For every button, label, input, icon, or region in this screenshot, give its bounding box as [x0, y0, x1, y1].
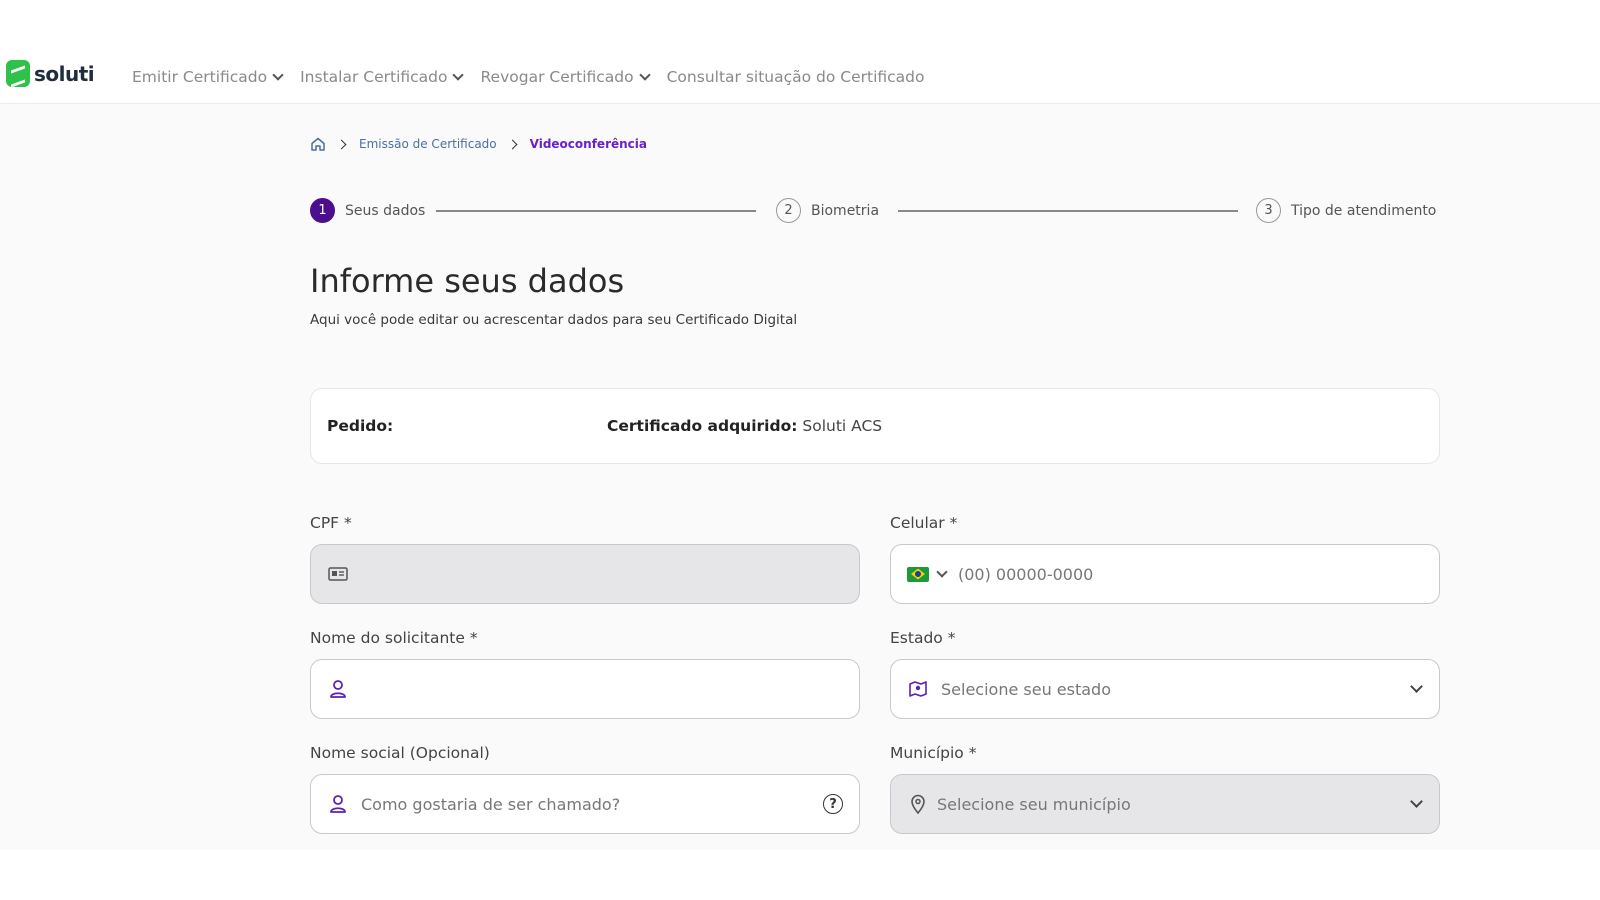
celular-field[interactable]: (00) 00000-0000	[890, 544, 1440, 604]
nav-consultar-situacao[interactable]: Consultar situação do Certificado	[667, 68, 925, 86]
nome-social-placeholder: Como gostaria de ser chamado?	[361, 794, 621, 814]
order-label: Pedido:	[327, 417, 394, 435]
page-title: Informe seus dados	[310, 262, 625, 300]
breadcrumb-link-emissao[interactable]: Emissão de Certificado	[359, 137, 497, 151]
step-connector	[436, 210, 756, 212]
municipio-label: Município *	[890, 744, 977, 762]
help-icon[interactable]: ?	[823, 794, 843, 814]
user-icon	[327, 793, 349, 815]
step-number: 3	[1256, 198, 1281, 223]
step-connector	[898, 210, 1238, 212]
estado-select[interactable]: Selecione seu estado	[890, 659, 1440, 719]
chevron-down-icon	[272, 68, 284, 81]
nav-emitir-certificado[interactable]: Emitir Certificado	[132, 68, 284, 86]
map-icon	[907, 678, 929, 700]
step-label: Tipo de atendimento	[1291, 202, 1437, 219]
nome-social-label: Nome social (Opcional)	[310, 744, 490, 762]
page-subtitle: Aqui você pode editar ou acrescentar dad…	[310, 312, 798, 328]
nav-revogar-certificado[interactable]: Revogar Certificado	[480, 68, 651, 86]
certificate-value: Soluti ACS	[802, 417, 883, 435]
home-icon[interactable]	[310, 136, 326, 152]
step-label: Biometria	[811, 202, 880, 219]
location-pin-icon	[907, 793, 929, 815]
soluti-logo[interactable]: soluti	[6, 60, 95, 87]
step-biometria: 2 Biometria	[776, 198, 879, 223]
soluti-logo-mark-icon	[6, 60, 30, 87]
municipio-placeholder: Selecione seu município	[937, 794, 1131, 814]
step-number: 2	[776, 198, 801, 223]
user-icon	[327, 678, 349, 700]
chevron-down-icon	[452, 68, 465, 81]
nome-solicitante-field[interactable]	[310, 659, 860, 719]
step-label: Seus dados	[345, 202, 426, 219]
chevron-down-icon[interactable]	[936, 565, 948, 578]
estado-placeholder: Selecione seu estado	[941, 679, 1111, 699]
nav-instalar-certificado[interactable]: Instalar Certificado	[300, 68, 465, 86]
chevron-right-icon	[336, 139, 347, 149]
certificate-info: Certificado adquirido: Soluti ACS	[607, 417, 883, 435]
order-summary-card: Pedido: Certificado adquirido: Soluti AC…	[310, 388, 1440, 464]
id-card-icon	[327, 563, 349, 585]
nav-menu: Emitir Certificado Instalar Certificado …	[132, 50, 943, 104]
nome-social-field[interactable]: Como gostaria de ser chamado? ?	[310, 774, 860, 834]
cpf-label: CPF *	[310, 514, 352, 532]
logo-text: soluti	[34, 61, 95, 86]
celular-placeholder: (00) 00000-0000	[958, 564, 1094, 584]
step-number: 1	[310, 198, 335, 223]
celular-label: Celular *	[890, 514, 958, 532]
step-tipo-atendimento: 3 Tipo de atendimento	[1256, 198, 1436, 223]
top-navbar: soluti Emitir Certificado Instalar Certi…	[0, 50, 1600, 104]
cpf-field[interactable]	[310, 544, 860, 604]
step-seus-dados: 1 Seus dados	[310, 198, 425, 223]
breadcrumb-current: Videoconferência	[529, 137, 647, 151]
municipio-select[interactable]: Selecione seu município	[890, 774, 1440, 834]
estado-label: Estado *	[890, 629, 956, 647]
chevron-down-icon	[1410, 795, 1423, 808]
progress-stepper: 1 Seus dados 2 Biometria 3 Tipo de atend…	[310, 198, 1440, 224]
breadcrumb: Emissão de Certificado Videoconferência	[310, 136, 647, 152]
nome-label: Nome do solicitante *	[310, 629, 478, 647]
chevron-down-icon	[638, 68, 651, 81]
chevron-down-icon	[1410, 680, 1423, 693]
brazil-flag-icon[interactable]	[907, 566, 929, 582]
chevron-right-icon	[507, 139, 518, 149]
